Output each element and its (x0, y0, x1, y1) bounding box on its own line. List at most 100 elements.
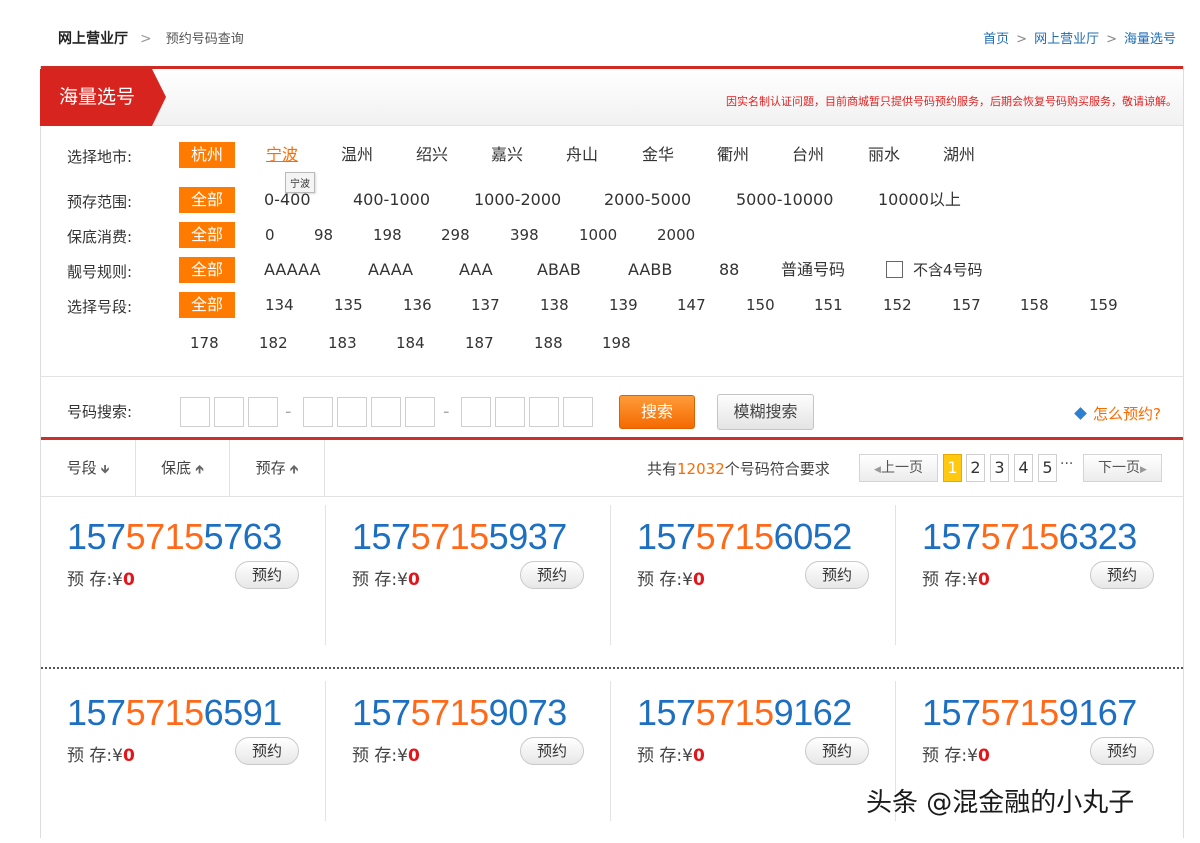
reserve-button[interactable]: 预约 (805, 737, 869, 765)
pattern-option-aaa[interactable]: AAA (459, 257, 493, 283)
reserve-button[interactable]: 预约 (520, 561, 584, 589)
deposit-option-5000-10000[interactable]: 5000-10000 (736, 187, 833, 213)
city-option-hangzhou[interactable]: 杭州 (179, 142, 236, 168)
arrow-up-icon: 🡹 (195, 462, 204, 476)
segment-option-138[interactable]: 138 (540, 292, 569, 318)
reserve-button[interactable]: 预约 (1090, 737, 1154, 765)
city-option-taizhou[interactable]: 台州 (792, 142, 824, 168)
deposit-option-all[interactable]: 全部 (179, 187, 236, 213)
reserve-button[interactable]: 预约 (805, 561, 869, 589)
nav-link-home[interactable]: 首页 (983, 32, 1009, 47)
minimum-option-all[interactable]: 全部 (179, 222, 236, 248)
how-to-reserve-link[interactable]: 怎么预约? (1074, 403, 1161, 424)
digit-input-7[interactable] (405, 397, 435, 427)
sort-by-deposit[interactable]: 预存 🡹 (230, 440, 325, 496)
segment-option-182[interactable]: 182 (259, 330, 288, 356)
pattern-option-aaaa[interactable]: AAAA (368, 257, 413, 283)
prev-page-button[interactable]: ◀上一页 (859, 454, 938, 482)
segment-option-137[interactable]: 137 (471, 292, 500, 318)
digit-input-6[interactable] (371, 397, 401, 427)
digit-input-3[interactable] (248, 397, 278, 427)
segment-option-135[interactable]: 135 (334, 292, 363, 318)
minimum-option-98[interactable]: 98 (314, 222, 333, 248)
exclude-4-checkbox[interactable] (886, 261, 903, 278)
sort-label: 号段 (66, 459, 97, 477)
digit-input-1[interactable] (180, 397, 210, 427)
pattern-option-aaaaa[interactable]: AAAAA (264, 257, 321, 283)
top-bar: 网上营业厅 > 预约号码查询 首页 > 网上营业厅 > 海量选号 (0, 0, 1200, 66)
segment-option-187[interactable]: 187 (465, 330, 494, 356)
city-option-lishui[interactable]: 丽水 (868, 142, 900, 168)
segment-option-159[interactable]: 159 (1089, 292, 1118, 318)
segment-option-151[interactable]: 151 (814, 292, 843, 318)
reserve-button[interactable]: 预约 (235, 561, 299, 589)
city-option-ningbo[interactable]: 宁波 (266, 142, 298, 168)
minimum-option-1000[interactable]: 1000 (579, 222, 617, 248)
deposit-info: 预 存:¥0 (922, 570, 990, 590)
city-option-wenzhou[interactable]: 温州 (341, 142, 373, 168)
segment-option-all[interactable]: 全部 (179, 292, 236, 318)
digit-input-9[interactable] (495, 397, 525, 427)
city-option-zhoushan[interactable]: 舟山 (566, 142, 598, 168)
search-button[interactable]: 搜索 (619, 395, 695, 429)
deposit-option-2000-5000[interactable]: 2000-5000 (604, 187, 691, 213)
digit-input-11[interactable] (563, 397, 593, 427)
pattern-option-aabb[interactable]: AABB (628, 257, 672, 283)
segment-option-150[interactable]: 150 (746, 292, 775, 318)
city-option-quzhou[interactable]: 衢州 (717, 142, 749, 168)
watermark-text: 头条 @混金融的小丸子 (866, 788, 1135, 818)
nav-link-hall[interactable]: 网上营业厅 (1034, 32, 1099, 47)
segment-option-183[interactable]: 183 (328, 330, 357, 356)
fuzzy-search-button[interactable]: 模糊搜索 (717, 394, 814, 430)
pattern-option-all[interactable]: 全部 (179, 257, 236, 283)
city-option-jiaxing[interactable]: 嘉兴 (491, 142, 523, 168)
segment-option-139[interactable]: 139 (609, 292, 638, 318)
nav-separator: > (1106, 32, 1117, 47)
segment-option-157[interactable]: 157 (952, 292, 981, 318)
reserve-button[interactable]: 预约 (1090, 561, 1154, 589)
segment-option-136[interactable]: 136 (403, 292, 432, 318)
digit-input-8[interactable] (461, 397, 491, 427)
page-1[interactable]: 1 (943, 454, 962, 482)
segment-option-188[interactable]: 188 (534, 330, 563, 356)
segment-option-152[interactable]: 152 (883, 292, 912, 318)
pattern-option-88[interactable]: 88 (719, 257, 739, 283)
city-option-huzhou[interactable]: 湖州 (943, 142, 975, 168)
digit-input-10[interactable] (529, 397, 559, 427)
segment-option-134[interactable]: 134 (265, 292, 294, 318)
pattern-option-normal[interactable]: 普通号码 (781, 257, 845, 283)
city-option-shaoxing[interactable]: 绍兴 (416, 142, 448, 168)
sort-by-minimum[interactable]: 保底 🡹 (136, 440, 230, 496)
pattern-option-abab[interactable]: ABAB (537, 257, 581, 283)
segment-option-184[interactable]: 184 (396, 330, 425, 356)
deposit-option-0-400[interactable]: 0-400 (264, 187, 311, 213)
page-4[interactable]: 4 (1014, 454, 1033, 482)
minimum-option-0[interactable]: 0 (265, 222, 275, 248)
reserve-button[interactable]: 预约 (235, 737, 299, 765)
minimum-option-2000[interactable]: 2000 (657, 222, 695, 248)
segment-option-178[interactable]: 178 (190, 330, 219, 356)
breadcrumb-home[interactable]: 网上营业厅 (58, 31, 128, 47)
next-page-button[interactable]: 下一页▶ (1083, 454, 1162, 482)
deposit-option-10000-plus[interactable]: 10000以上 (878, 187, 961, 213)
deposit-option-400-1000[interactable]: 400-1000 (353, 187, 430, 213)
page-5[interactable]: 5 (1038, 454, 1057, 482)
deposit-option-1000-2000[interactable]: 1000-2000 (474, 187, 561, 213)
minimum-option-298[interactable]: 298 (441, 222, 470, 248)
digit-input-4[interactable] (303, 397, 333, 427)
nav-link-selection[interactable]: 海量选号 (1124, 32, 1176, 47)
page-3[interactable]: 3 (990, 454, 1009, 482)
digit-input-2[interactable] (214, 397, 244, 427)
sort-label: 保底 (161, 459, 192, 477)
page-2[interactable]: 2 (966, 454, 985, 482)
minimum-option-198[interactable]: 198 (373, 222, 402, 248)
filter-row-pattern: 靓号规则: 全部 AAAAA AAAA AAA ABAB AABB 88 普通号… (41, 257, 1183, 285)
segment-option-158[interactable]: 158 (1020, 292, 1049, 318)
city-option-jinhua[interactable]: 金华 (642, 142, 674, 168)
reserve-button[interactable]: 预约 (520, 737, 584, 765)
segment-option-198[interactable]: 198 (602, 330, 631, 356)
digit-input-5[interactable] (337, 397, 367, 427)
segment-option-147[interactable]: 147 (677, 292, 706, 318)
sort-by-segment[interactable]: 号段 🡻 (41, 440, 136, 496)
minimum-option-398[interactable]: 398 (510, 222, 539, 248)
